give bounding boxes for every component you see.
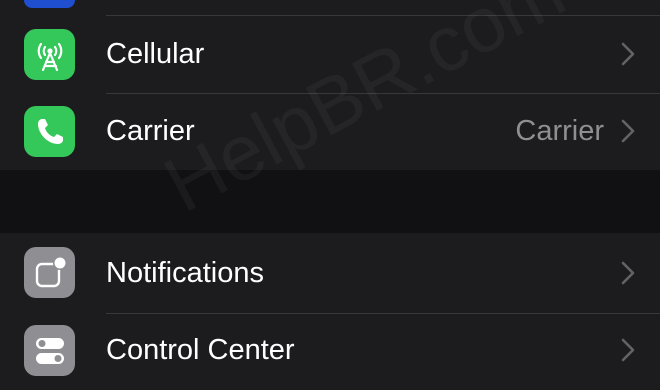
settings-group-system: Notifications Control Center bbox=[0, 233, 660, 390]
settings-screen: Cellular Carrier Carrier Notifications C… bbox=[0, 0, 660, 390]
settings-row-notifications[interactable]: Notifications bbox=[0, 233, 660, 311]
settings-row-cellular[interactable]: Cellular bbox=[0, 15, 660, 93]
partial-icon-above bbox=[24, 0, 75, 8]
control-center-label: Control Center bbox=[106, 334, 295, 366]
chevron-right-icon bbox=[621, 338, 635, 362]
phone-icon bbox=[24, 106, 75, 157]
cellular-label: Cellular bbox=[106, 38, 205, 70]
settings-row-control-center[interactable]: Control Center bbox=[0, 313, 660, 390]
carrier-label: Carrier bbox=[106, 115, 195, 147]
section-gap bbox=[0, 170, 660, 233]
control-center-icon bbox=[24, 325, 75, 376]
settings-group-network: Cellular Carrier Carrier bbox=[0, 0, 660, 170]
chevron-right-icon bbox=[621, 119, 635, 143]
chevron-right-icon bbox=[621, 261, 635, 285]
carrier-value: Carrier bbox=[515, 115, 604, 147]
chevron-right-icon bbox=[621, 42, 635, 66]
notifications-icon bbox=[24, 247, 75, 298]
notifications-label: Notifications bbox=[106, 257, 264, 289]
settings-row-carrier[interactable]: Carrier Carrier bbox=[0, 93, 660, 171]
cellular-antenna-icon bbox=[24, 29, 75, 80]
